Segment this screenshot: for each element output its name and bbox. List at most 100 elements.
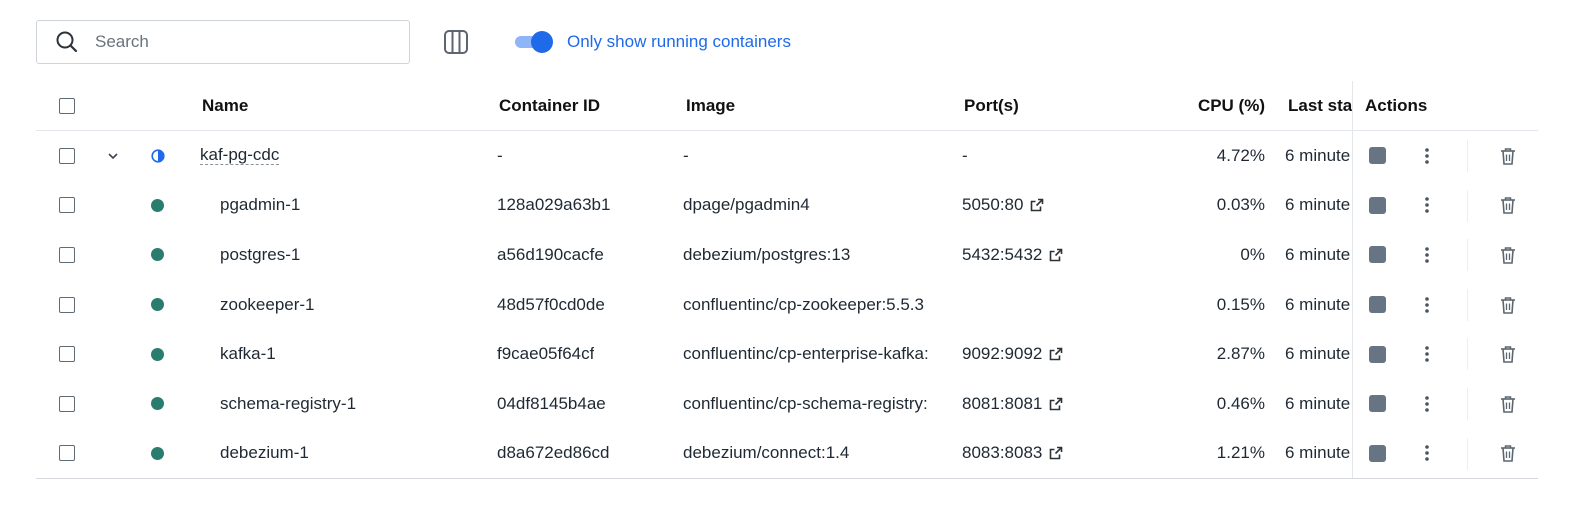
container-last-started: 6 minute — [1285, 244, 1351, 264]
port-link[interactable]: 5432:5432 — [962, 245, 1042, 265]
container-image: confluentinc/cp-zookeeper:5.5.3 — [683, 294, 924, 314]
stop-icon[interactable] — [1369, 395, 1386, 413]
table-row[interactable]: debezium-1 d8a672ed86cd debezium/connect… — [36, 429, 1538, 479]
stop-icon[interactable] — [1369, 147, 1386, 165]
column-header-cpu[interactable]: CPU (%) — [1176, 81, 1265, 130]
row-checkbox[interactable] — [59, 346, 75, 363]
more-options-icon[interactable] — [1419, 329, 1435, 379]
actions-separator — [1467, 437, 1468, 470]
select-all-checkbox[interactable] — [59, 97, 75, 114]
toggle-knob — [531, 31, 553, 53]
row-checkbox-cell — [59, 230, 75, 280]
status-dot — [151, 347, 164, 361]
container-name[interactable]: pgadmin-1 — [220, 181, 300, 231]
container-id: d8a672ed86cd — [497, 443, 610, 463]
row-checkbox[interactable] — [59, 197, 75, 214]
trash-icon[interactable] — [1498, 329, 1518, 379]
partial-running-icon — [151, 131, 165, 181]
container-last-started: 6 minute — [1285, 393, 1351, 413]
row-checkbox-cell — [59, 329, 75, 379]
running-filter-toggle[interactable] — [515, 31, 553, 53]
container-id: 04df8145b4ae — [497, 393, 606, 413]
column-header-container-id[interactable]: Container ID — [499, 81, 600, 130]
more-options-icon[interactable] — [1419, 131, 1435, 181]
stop-icon[interactable] — [1369, 246, 1386, 264]
stop-icon[interactable] — [1369, 196, 1386, 214]
container-name[interactable]: schema-registry-1 — [220, 379, 356, 429]
container-name[interactable]: debezium-1 — [220, 429, 309, 479]
container-image: confluentinc/cp-schema-registry: — [683, 393, 928, 413]
toolbar: Only show running containers — [36, 19, 791, 65]
row-checkbox[interactable] — [59, 147, 75, 164]
trash-icon[interactable] — [1498, 181, 1518, 231]
table-row[interactable]: pgadmin-1 128a029a63b1 dpage/pgadmin4 50… — [36, 181, 1538, 231]
group-name-link[interactable]: kaf-pg-cdc — [200, 146, 280, 166]
stop-icon[interactable] — [1369, 296, 1386, 314]
port-link[interactable]: 8083:8083 — [962, 443, 1042, 463]
table-row[interactable]: zookeeper-1 48d57f0cd0de confluentinc/cp… — [36, 280, 1538, 330]
table-row[interactable]: schema-registry-1 04df8145b4ae confluent… — [36, 379, 1538, 429]
container-last-started: 6 minute — [1285, 443, 1351, 463]
column-header-last-started[interactable]: Last sta — [1288, 81, 1352, 130]
external-link-icon[interactable] — [1029, 197, 1045, 213]
table-row-group[interactable]: kaf-pg-cdc - - - 4.72% 6 minute — [36, 131, 1538, 181]
more-options-icon[interactable] — [1419, 181, 1435, 231]
container-name[interactable]: postgres-1 — [220, 230, 300, 280]
running-status-icon — [151, 181, 164, 231]
table-header: Name Container ID Image Port(s) CPU (%) … — [36, 81, 1538, 131]
trash-icon[interactable] — [1498, 230, 1518, 280]
column-header-actions: Actions — [1365, 95, 1428, 115]
container-cpu: 0% — [1240, 244, 1265, 264]
group-cpu: 4.72% — [1216, 145, 1265, 165]
stop-button-cell — [1369, 230, 1386, 280]
row-checkbox-cell — [59, 131, 75, 181]
container-name[interactable]: zookeeper-1 — [220, 280, 315, 330]
table-row[interactable]: kafka-1 f9cae05f64cf confluentinc/cp-ent… — [36, 329, 1538, 379]
container-cpu: 0.46% — [1216, 393, 1265, 413]
containers-table: Name Container ID Image Port(s) CPU (%) … — [36, 81, 1538, 478]
port-link[interactable]: 9092:9092 — [962, 344, 1042, 364]
column-header-ports[interactable]: Port(s) — [964, 81, 1019, 130]
external-link-icon[interactable] — [1048, 445, 1064, 461]
trash-icon[interactable] — [1498, 280, 1518, 330]
running-filter-label[interactable]: Only show running containers — [567, 32, 791, 52]
container-cpu: 0.15% — [1216, 294, 1265, 314]
table-row[interactable]: postgres-1 a56d190cacfe debezium/postgre… — [36, 230, 1538, 280]
trash-icon[interactable] — [1498, 379, 1518, 429]
row-checkbox[interactable] — [59, 445, 75, 462]
port-link[interactable]: 8081:8081 — [962, 394, 1042, 414]
row-checkbox[interactable] — [59, 395, 75, 412]
row-checkbox[interactable] — [59, 296, 75, 313]
port-link[interactable]: 5050:80 — [962, 195, 1023, 215]
container-last-started: 6 minute — [1285, 195, 1351, 215]
search-input[interactable] — [93, 31, 377, 53]
container-name[interactable]: kafka-1 — [220, 329, 276, 379]
container-last-started: 6 minute — [1285, 344, 1351, 364]
column-header-name[interactable]: Name — [202, 81, 248, 130]
more-options-icon[interactable] — [1419, 429, 1435, 479]
trash-icon[interactable] — [1498, 131, 1518, 181]
container-image: debezium/postgres:13 — [683, 244, 851, 264]
more-options-icon[interactable] — [1419, 230, 1435, 280]
external-link-icon[interactable] — [1048, 346, 1064, 362]
container-ports-cell: 9092:9092 — [962, 329, 1064, 379]
stop-icon[interactable] — [1369, 345, 1386, 363]
container-ports-cell: 5432:5432 — [962, 230, 1064, 280]
chevron-down-icon[interactable] — [106, 131, 120, 181]
columns-icon[interactable] — [441, 27, 471, 57]
trash-icon[interactable] — [1498, 429, 1518, 479]
search-box[interactable] — [36, 20, 410, 64]
external-link-icon[interactable] — [1048, 396, 1064, 412]
more-options-icon[interactable] — [1419, 280, 1435, 330]
container-cpu: 0.03% — [1216, 195, 1265, 215]
column-header-image[interactable]: Image — [686, 81, 735, 130]
status-dot — [151, 397, 164, 411]
select-all-cell — [59, 81, 75, 130]
external-link-icon[interactable] — [1048, 247, 1064, 263]
container-id: f9cae05f64cf — [497, 344, 595, 364]
more-options-icon[interactable] — [1419, 379, 1435, 429]
status-dot — [151, 298, 164, 312]
stop-icon[interactable] — [1369, 444, 1386, 462]
row-checkbox-cell — [59, 429, 75, 479]
row-checkbox[interactable] — [59, 246, 75, 263]
